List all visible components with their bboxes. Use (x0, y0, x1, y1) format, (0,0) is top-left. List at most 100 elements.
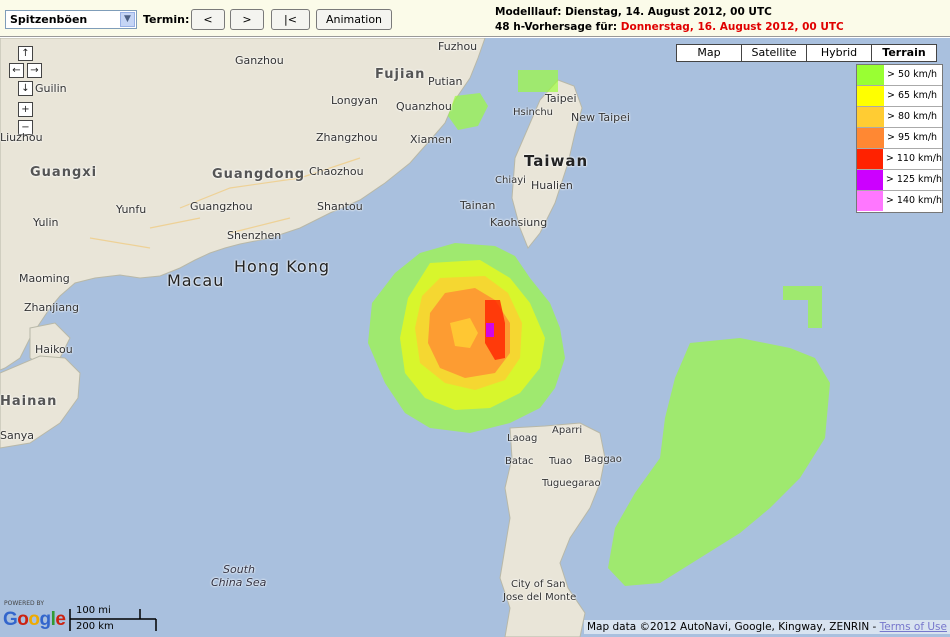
legend-label: > 50 km/h (887, 69, 938, 80)
place-label: Longyan (331, 94, 378, 107)
region-label: Fujian (375, 67, 426, 82)
pan-up-icon[interactable]: ↑ (18, 46, 33, 61)
attribution-text: Map data ©2012 AutoNavi, Google, Kingway… (587, 621, 880, 633)
place-label: Zhanjiang (24, 301, 80, 314)
map-type-satellite[interactable]: Satellite (741, 44, 807, 62)
model-info: Modelllauf: Dienstag, 14. August 2012, 0… (495, 5, 844, 35)
legend-swatch (857, 170, 883, 190)
map-canvas (0, 38, 830, 637)
place-label: Batac (505, 456, 534, 467)
termin-label: Termin: (143, 13, 190, 26)
place-label: Yulin (33, 216, 59, 229)
place-label: Maoming (19, 272, 70, 285)
model-run-text: Modelllauf: Dienstag, 14. August 2012, 0… (495, 6, 772, 18)
place-label: Hsinchu (513, 107, 554, 118)
legend-row: > 125 km/h (857, 170, 942, 191)
legend-label: > 95 km/h (887, 132, 938, 143)
place-label: Chaozhou (309, 165, 364, 178)
powered-by-text: POWERED BY (4, 600, 45, 607)
legend-row: > 95 km/h (857, 128, 942, 149)
region-label: Hainan (0, 394, 58, 409)
place-label: Hualien (531, 179, 573, 192)
place-label: Putian (428, 75, 463, 88)
place-label: Yunfu (116, 203, 147, 216)
place-label: Aparri (552, 425, 583, 436)
place-label: Chiayi (495, 175, 526, 186)
place-label: Sanya (0, 429, 34, 442)
place-label: City of San (511, 579, 566, 590)
pan-down-icon[interactable]: ↓ (18, 81, 33, 96)
place-label: New Taipei (571, 111, 630, 124)
place-label: Guangzhou (190, 200, 253, 213)
place-label: Laoag (507, 433, 538, 444)
place-label: Baggao (584, 454, 622, 465)
google-logo[interactable]: Google (3, 609, 66, 631)
wind-legend: > 50 km/h > 65 km/h > 80 km/h > 95 km/h … (856, 64, 943, 213)
animation-button[interactable]: Animation (316, 9, 392, 30)
place-label: Kaohsiung (490, 216, 548, 229)
wind-area-50-east-small (783, 286, 822, 328)
chevron-down-icon[interactable]: ▼ (120, 12, 135, 27)
legend-label: > 125 km/h (885, 174, 942, 185)
pan-left-icon[interactable]: ← (9, 63, 24, 78)
legend-label: > 65 km/h (887, 90, 938, 101)
toolbar: Spitzenböen ▼ Termin: < > |< Animation M… (0, 0, 950, 37)
layer-select-value: Spitzenböen (10, 13, 88, 26)
map-type-control: Map Satellite Hybrid Terrain (676, 44, 937, 62)
map-attribution: Map data ©2012 AutoNavi, Google, Kingway… (584, 620, 950, 634)
place-label: Fuzhou (438, 40, 478, 53)
place-label: Hong Kong (234, 257, 330, 276)
place-label: Macau (167, 271, 225, 290)
prev-button[interactable]: < (191, 9, 225, 30)
sea-label: South (223, 563, 255, 576)
legend-swatch (857, 65, 884, 85)
map-type-map[interactable]: Map (676, 44, 742, 62)
region-label: Guangdong (212, 167, 306, 182)
scale-bar: 100 mi 200 km (68, 605, 158, 633)
legend-row: > 110 km/h (857, 149, 942, 170)
scale-miles: 100 mi (76, 605, 111, 616)
forecast-prefix: 48 h-Vorhersage für: (495, 21, 621, 33)
legend-label: > 110 km/h (885, 153, 942, 164)
place-label: Taipei (545, 92, 577, 105)
map-type-terrain[interactable]: Terrain (871, 44, 937, 62)
sea-label: China Sea (211, 576, 267, 589)
place-label: Tuao (549, 456, 573, 467)
scale-km: 200 km (76, 621, 114, 632)
legend-swatch (857, 149, 883, 169)
legend-swatch (857, 128, 884, 148)
place-label: Jose del Monte (503, 592, 577, 603)
terms-of-use-link[interactable]: Terms of Use (880, 621, 947, 633)
place-label: Tuguegarao (542, 478, 601, 489)
legend-label: > 80 km/h (887, 111, 938, 122)
wind-area-50-east (608, 338, 830, 586)
pan-right-icon[interactable]: → (27, 63, 42, 78)
zoom-in-icon[interactable]: + (18, 102, 33, 117)
place-label: Shantou (317, 200, 363, 213)
place-label: Shenzhen (227, 229, 282, 242)
legend-row: > 140 km/h (857, 191, 942, 212)
legend-swatch (857, 107, 884, 127)
forecast-line: 48 h-Vorhersage für: Donnerstag, 16. Aug… (495, 20, 844, 35)
wind-area-50-north-1 (518, 70, 558, 92)
legend-row: > 50 km/h (857, 65, 942, 86)
map[interactable]: ↑ ← → ↓ + − Map Satellite Hybrid Terrain… (0, 38, 950, 637)
first-button[interactable]: |< (271, 9, 310, 30)
place-label: Xiamen (410, 133, 452, 146)
place-label: Ganzhou (235, 54, 284, 67)
layer-select[interactable]: Spitzenböen ▼ (5, 10, 137, 29)
legend-swatch (857, 86, 884, 106)
legend-label: > 140 km/h (885, 195, 942, 206)
wind-area-125-typhoon (486, 323, 494, 337)
place-label: Tainan (460, 199, 496, 212)
next-button[interactable]: > (230, 9, 264, 30)
region-label: Taiwan (524, 152, 589, 170)
place-label: Liuzhou (0, 131, 43, 144)
place-label: Haikou (35, 343, 73, 356)
map-type-hybrid[interactable]: Hybrid (806, 44, 872, 62)
forecast-date: Donnerstag, 16. August 2012, 00 UTC (620, 21, 844, 33)
legend-swatch (857, 191, 883, 211)
place-label: Zhangzhou (316, 131, 378, 144)
legend-row: > 80 km/h (857, 107, 942, 128)
place-label: Guilin (35, 82, 67, 95)
